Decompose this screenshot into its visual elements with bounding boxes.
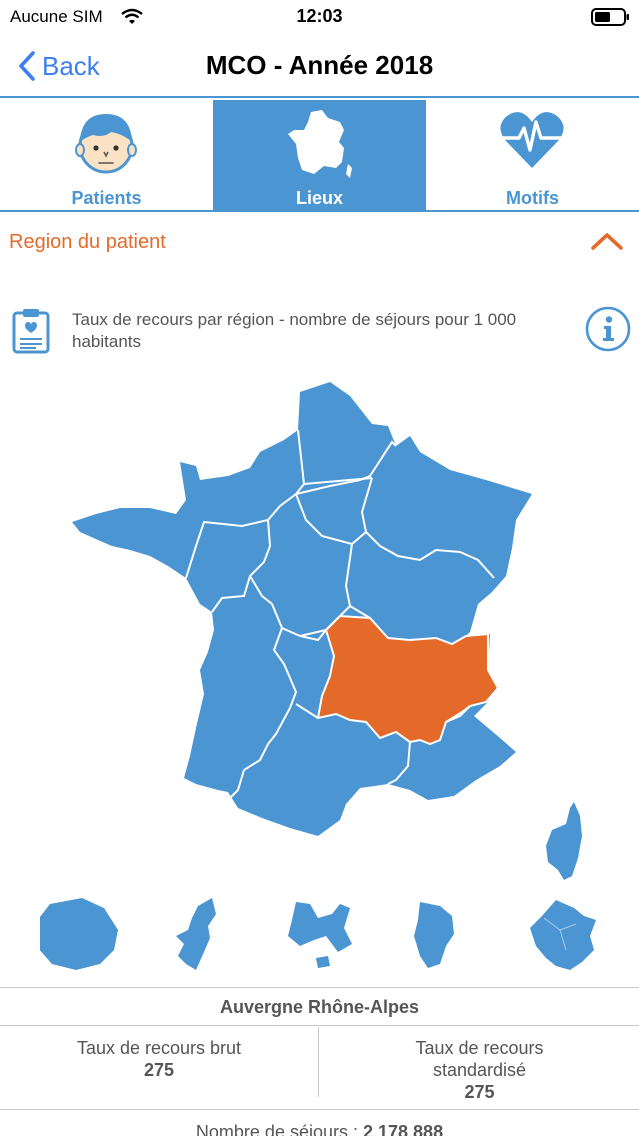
- region-result-panel: Auvergne Rhône-Alpes Taux de recours bru…: [0, 987, 639, 1136]
- france-map-icon: [288, 110, 352, 178]
- battery-icon: [591, 8, 629, 26]
- taux-standardise-cell: Taux de recours standardisé 275: [320, 1027, 639, 1102]
- corsica-shape: [546, 802, 582, 880]
- tab-label-lieux: Lieux: [295, 188, 343, 208]
- tab-motifs[interactable]: Motifs: [426, 100, 639, 210]
- info-button[interactable]: [585, 306, 631, 352]
- tab-bar: Patients Lieux Motifs: [0, 100, 639, 210]
- reunion-shape: [40, 898, 118, 970]
- mainland-france: [72, 382, 532, 836]
- guyane-shape: [530, 900, 596, 970]
- tab-label-motifs: Motifs: [506, 188, 559, 208]
- taux-brut-label: Taux de recours brut: [76, 1038, 242, 1058]
- tab-label-patients: Patients: [71, 188, 142, 208]
- taux-brut-cell: Taux de recours brut 275: [0, 1027, 319, 1097]
- indicator-text: Taux de recours par région - nombre de s…: [72, 310, 517, 351]
- region-section-header[interactable]: Region du patient: [0, 212, 639, 274]
- indicator-description: Taux de recours par région - nombre de s…: [0, 300, 639, 360]
- tab-patients[interactable]: Patients: [0, 100, 213, 210]
- selected-region-name: Auvergne Rhône-Alpes: [0, 988, 639, 1026]
- martinique-shape: [414, 902, 454, 968]
- heart-pulse-icon: [499, 112, 565, 168]
- guadeloupe-shape: [288, 902, 352, 968]
- france-region-map: [40, 382, 596, 970]
- patient-face-icon: [75, 114, 137, 174]
- tab-lieux[interactable]: Lieux: [213, 100, 426, 210]
- status-time: 12:03: [296, 6, 343, 26]
- taux-standardise-value: 275: [464, 1082, 495, 1102]
- chevron-up-icon[interactable]: [590, 230, 624, 252]
- sejours-value: 2 178 888: [363, 1122, 444, 1136]
- page-title: MCO - Année 2018: [205, 50, 434, 80]
- sejours-count: Nombre de séjours : 2 178 888: [0, 1122, 639, 1136]
- taux-standardise-label: Taux de recours standardisé: [415, 1038, 544, 1080]
- status-bar: Aucune SIM 12:03: [0, 0, 639, 34]
- taux-brut-value: 275: [143, 1060, 175, 1080]
- navigation-bar: Back MCO - Année 2018: [0, 34, 639, 98]
- sejours-label: Nombre de séjours :: [195, 1122, 358, 1136]
- clipboard-icon: [12, 309, 50, 354]
- result-divider: [0, 1109, 639, 1110]
- mayotte-shape: [176, 898, 216, 970]
- section-title: Region du patient: [9, 231, 166, 253]
